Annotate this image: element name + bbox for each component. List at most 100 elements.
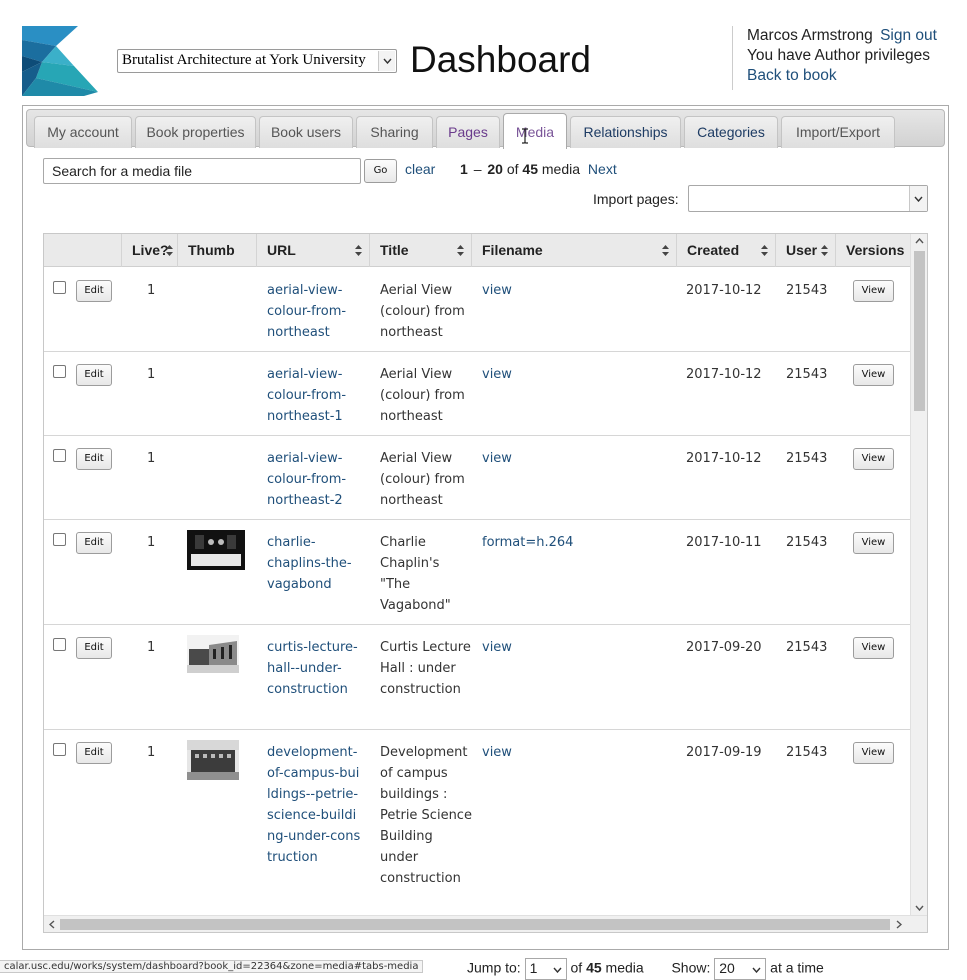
film-still-thumbnail[interactable] xyxy=(187,530,245,570)
table-row: Edit 1 aerial-view-colour-from-northeast… xyxy=(44,268,911,352)
scroll-up-icon[interactable] xyxy=(915,238,924,244)
edit-button[interactable]: Edit xyxy=(76,742,112,764)
col-live[interactable]: Live? xyxy=(122,234,178,267)
tab-relationships[interactable]: Relationships xyxy=(570,116,681,148)
title-text: Development of campus buildings : Petrie… xyxy=(380,745,472,886)
user-id: 21543 xyxy=(786,283,828,298)
edit-button[interactable]: Edit xyxy=(76,637,112,659)
back-to-book-link[interactable]: Back to book xyxy=(747,67,837,84)
col-user[interactable]: User xyxy=(776,234,836,267)
title-text: Curtis Lecture Hall : under construction xyxy=(380,640,471,697)
book-select[interactable]: Brutalist Architecture at York Universit… xyxy=(117,49,397,73)
view-versions-button[interactable]: View xyxy=(853,364,894,386)
live-value: 1 xyxy=(147,640,156,655)
search-input[interactable] xyxy=(43,158,361,184)
created-date: 2017-10-12 xyxy=(686,367,762,382)
scroll-right-icon[interactable] xyxy=(896,920,902,929)
vertical-scroll-thumb[interactable] xyxy=(914,251,925,411)
col-created[interactable]: Created xyxy=(677,234,776,267)
title-text: Charlie Chaplin's "The Vagabond" xyxy=(380,535,451,613)
go-button[interactable]: Go xyxy=(364,159,397,183)
tab-media[interactable]: Media xyxy=(503,113,567,149)
scroll-left-icon[interactable] xyxy=(49,920,55,929)
row-checkbox[interactable] xyxy=(53,365,66,378)
edit-button[interactable]: Edit xyxy=(76,280,112,302)
filename-link[interactable]: format=h.264 xyxy=(482,532,573,553)
created-date: 2017-09-20 xyxy=(686,640,762,655)
tab-sharing[interactable]: Sharing xyxy=(356,116,433,148)
vertical-scrollbar[interactable] xyxy=(910,234,927,915)
edit-button[interactable]: Edit xyxy=(76,532,112,554)
view-versions-button[interactable]: View xyxy=(853,637,894,659)
sort-icon xyxy=(761,245,768,256)
sort-icon xyxy=(355,245,362,256)
clear-link[interactable]: clear xyxy=(405,161,435,177)
created-date: 2017-10-11 xyxy=(686,535,762,550)
url-link[interactable]: charlie-chaplins-the-vagabond xyxy=(267,532,362,595)
filename-link[interactable]: view xyxy=(482,364,512,385)
paging-unit: media xyxy=(541,161,581,177)
edit-button[interactable]: Edit xyxy=(76,364,112,386)
scroll-down-icon[interactable] xyxy=(915,905,924,911)
sign-out-link[interactable]: Sign out xyxy=(880,27,937,44)
view-versions-button[interactable]: View xyxy=(853,532,894,554)
building-photo-thumbnail[interactable] xyxy=(187,740,239,780)
row-checkbox[interactable] xyxy=(53,281,66,294)
jump-to-label: Jump to: xyxy=(467,959,521,976)
live-value: 1 xyxy=(147,535,156,550)
filename-link[interactable]: view xyxy=(482,742,512,763)
paging-total: 45 xyxy=(522,161,538,177)
tab-categories[interactable]: Categories xyxy=(684,116,778,148)
live-value: 1 xyxy=(147,367,156,382)
import-pages-label: Import pages: xyxy=(593,191,679,207)
edit-button[interactable]: Edit xyxy=(76,448,112,470)
construction-photo-thumbnail[interactable] xyxy=(187,635,239,673)
title-text: Aerial View (colour) from northeast xyxy=(380,451,465,508)
created-date: 2017-10-12 xyxy=(686,283,762,298)
chevron-down-icon xyxy=(553,967,562,973)
filename-link[interactable]: view xyxy=(482,637,512,658)
import-pages-select[interactable] xyxy=(688,185,928,212)
text-cursor-icon xyxy=(522,128,528,144)
view-versions-button[interactable]: View xyxy=(853,742,894,764)
filename-link[interactable]: view xyxy=(482,448,512,469)
row-checkbox[interactable] xyxy=(53,449,66,462)
table-row: Edit 1 aerial-view-colour-from-northeast… xyxy=(44,436,911,520)
privileges-text: You have Author privileges xyxy=(747,47,930,64)
media-table-viewport: Live? Thumb URL Title Filename Created U… xyxy=(44,234,911,915)
show-count-select[interactable]: 20 xyxy=(714,958,767,980)
row-checkbox[interactable] xyxy=(53,743,66,756)
jump-to-select[interactable]: 1 xyxy=(524,958,567,980)
col-url[interactable]: URL xyxy=(257,234,370,267)
live-value: 1 xyxy=(147,451,156,466)
sort-icon xyxy=(457,245,464,256)
col-thumb: Thumb xyxy=(178,234,257,267)
next-link[interactable]: Next xyxy=(588,161,617,177)
url-link[interactable]: curtis-lecture-hall--under-construction xyxy=(267,637,362,700)
row-checkbox[interactable] xyxy=(53,533,66,546)
tab-book-properties[interactable]: Book properties xyxy=(135,116,256,148)
view-versions-button[interactable]: View xyxy=(853,448,894,470)
url-link[interactable]: aerial-view-colour-from-northeast xyxy=(267,280,362,343)
chevron-down-icon xyxy=(752,967,761,973)
user-id: 21543 xyxy=(786,535,828,550)
filename-link[interactable]: view xyxy=(482,280,512,301)
col-filename[interactable]: Filename xyxy=(472,234,677,267)
table-row: Edit 1 aerial-view-colour-from-northeast… xyxy=(44,352,911,436)
url-link[interactable]: development-of-campus-buildings--petrie-… xyxy=(267,742,362,868)
horizontal-scrollbar[interactable] xyxy=(44,915,927,932)
user-id: 21543 xyxy=(786,451,828,466)
tab-my-account[interactable]: My account xyxy=(34,116,132,148)
tab-book-users[interactable]: Book users xyxy=(259,116,353,148)
url-link[interactable]: aerial-view-colour-from-northeast-2 xyxy=(267,448,362,511)
tab-pages[interactable]: Pages xyxy=(436,116,500,148)
col-select xyxy=(44,234,122,267)
browser-status-url: calar.usc.edu/works/system/dashboard?boo… xyxy=(0,960,424,973)
tab-import-export[interactable]: Import/Export xyxy=(781,116,895,148)
row-checkbox[interactable] xyxy=(53,638,66,651)
col-title[interactable]: Title xyxy=(370,234,472,267)
url-link[interactable]: aerial-view-colour-from-northeast-1 xyxy=(267,364,362,427)
scalar-logo-icon xyxy=(22,26,98,96)
horizontal-scroll-thumb[interactable] xyxy=(60,919,890,930)
view-versions-button[interactable]: View xyxy=(853,280,894,302)
